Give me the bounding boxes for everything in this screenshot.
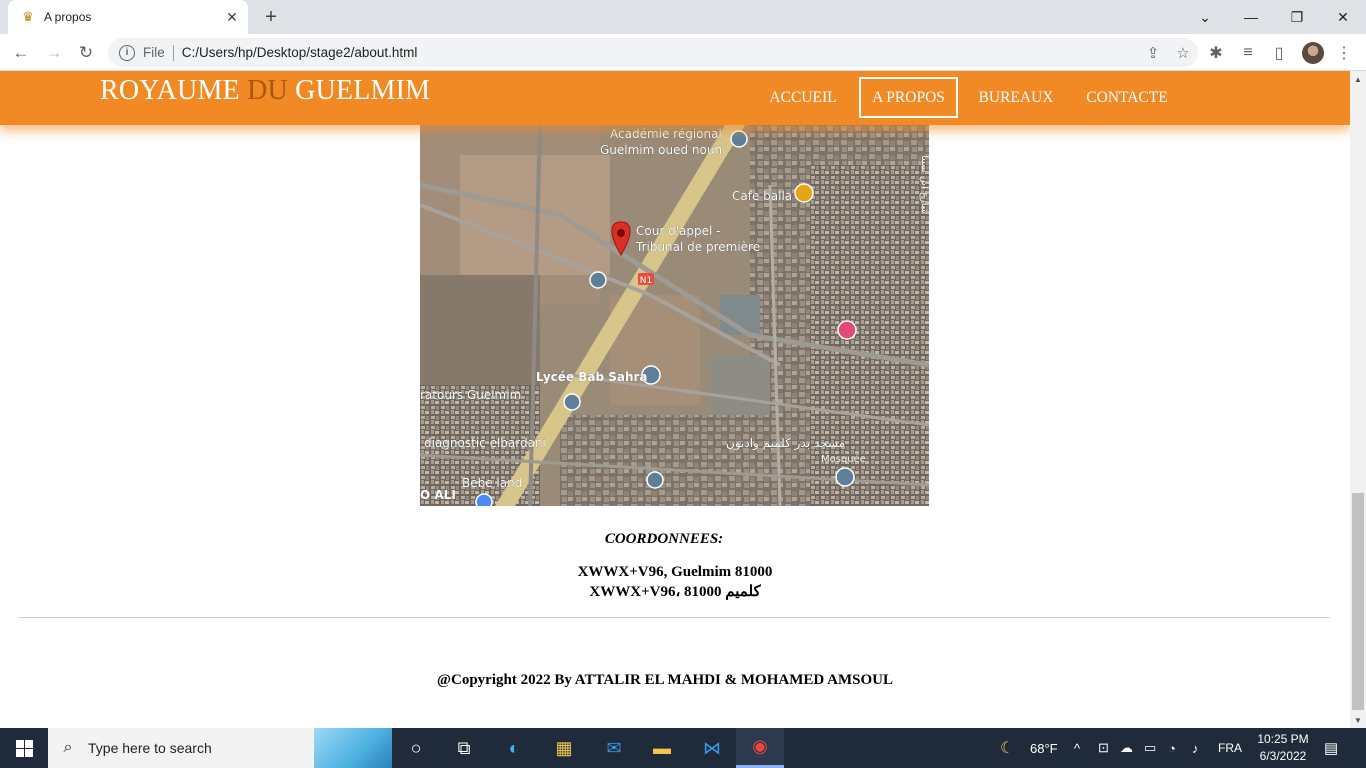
map-label-cour2: Tribunal de première xyxy=(635,240,760,254)
site-header: ROYAUME DU GUELMIM ACCUEIL A PROPOS BURE… xyxy=(0,71,1350,125)
map-label-bebe: Bebe land xyxy=(462,476,522,490)
nav-accueil[interactable]: ACCUEIL xyxy=(757,77,849,118)
map-label-cafe: Cafe balla xyxy=(732,189,792,203)
notifications-icon[interactable]: ▤ xyxy=(1324,728,1338,768)
restore-button[interactable]: ❐ xyxy=(1274,0,1320,34)
coordinates-label: COORDONNEES: xyxy=(604,531,724,547)
brand-part1: ROYAUME xyxy=(100,75,248,106)
chrome-icon[interactable]: ◉ xyxy=(736,728,784,768)
input-language[interactable]: FRA xyxy=(1218,728,1242,768)
map-label-diagnostic: diagnostic elbardani xyxy=(424,436,546,450)
weather-moon-icon[interactable]: ☾ xyxy=(1000,728,1014,768)
address-divider xyxy=(172,44,174,61)
system-clock[interactable]: 10:25 PM 6/3/2022 xyxy=(1250,731,1316,765)
taskbar-search-box[interactable]: ⌕ Type here to search xyxy=(48,728,392,768)
map-road-n1: N1 xyxy=(640,276,652,286)
brand-part2: GUELMIM xyxy=(287,75,431,106)
file-scheme-label: File xyxy=(143,45,165,60)
clock-time: 10:25 PM xyxy=(1257,732,1309,746)
url-text[interactable]: C:/Users/hp/Desktop/stage2/about.html xyxy=(182,45,1138,60)
forward-arrow-icon[interactable]: → xyxy=(40,39,68,67)
close-window-button[interactable]: ✕ xyxy=(1320,0,1366,34)
map-label-lycee: Lycée Bab Sahra xyxy=(536,370,648,384)
site-info-icon[interactable]: i xyxy=(119,44,135,61)
side-panel-icon[interactable]: ▯ xyxy=(1265,39,1293,67)
media-playlist-icon[interactable]: ≡ xyxy=(1234,39,1262,67)
address-line-2: XWWX+V96، 81000 كلميم xyxy=(589,584,761,600)
map-label-cour1: Cour d'appel - xyxy=(636,224,720,238)
back-arrow-icon[interactable]: ← xyxy=(7,39,35,67)
file-explorer-icon[interactable]: ▬ xyxy=(638,728,686,768)
address-line-1: XWWX+V96, Guelmim 81000 xyxy=(577,564,773,580)
nav-bureaux[interactable]: BUREAUX xyxy=(968,77,1064,118)
wifi-icon[interactable]: ◔ xyxy=(1168,728,1176,768)
search-placeholder: Type here to search xyxy=(88,740,212,756)
tab-close-icon[interactable]: ✕ xyxy=(222,7,242,27)
map-label-oali: O ALI xyxy=(420,488,456,502)
clock-date: 6/3/2022 xyxy=(1259,749,1307,763)
edge-browser-icon[interactable]: ◐ xyxy=(490,728,538,768)
map-svg: N1 Académie régional Guelmim oued noun C… xyxy=(420,125,929,506)
map-label-ratours: ratours Guelmim xyxy=(420,388,521,402)
bookmark-star-icon[interactable]: ☆ xyxy=(1168,44,1198,62)
browser-tab[interactable]: ♛ A propos ✕ xyxy=(8,0,248,34)
profile-avatar[interactable] xyxy=(1302,42,1324,64)
nav-a-propos[interactable]: A PROPOS xyxy=(859,77,958,118)
extensions-puzzle-icon[interactable]: ✱ xyxy=(1202,39,1230,67)
onedrive-cloud-icon[interactable]: ☁ xyxy=(1120,728,1133,768)
site-favicon-icon: ♛ xyxy=(22,9,34,24)
google-map-embed[interactable]: N1 Académie régional Guelmim oued noun C… xyxy=(420,125,929,506)
coordinates-heading: COORDONNEES: xyxy=(0,530,1350,548)
brand-du: DU xyxy=(247,75,288,106)
battery-icon[interactable]: ▭ xyxy=(1144,728,1156,768)
search-highlight-image xyxy=(314,728,392,768)
vscode-icon[interactable]: ⋈ xyxy=(688,728,736,768)
map-label-mosque: Mosquée xyxy=(821,453,866,465)
windows-start-button[interactable] xyxy=(0,728,48,768)
footer-copyright: @Copyright 2022 By ATTALIR EL MAHDI & MO… xyxy=(437,672,893,688)
task-view-icon[interactable]: ⧉ xyxy=(440,728,488,768)
map-label-academie1: Académie régional xyxy=(610,127,722,141)
cortana-circle-icon[interactable]: ○ xyxy=(392,728,440,768)
reload-icon[interactable]: ↻ xyxy=(72,39,100,67)
browser-toolbar: ← → ↻ i File C:/Users/hp/Desktop/stage2/… xyxy=(0,34,1366,71)
browser-tabstrip: ♛ A propos ✕ + ⌄ — ❐ ✕ xyxy=(0,0,1366,34)
mail-icon[interactable]: ✉ xyxy=(590,728,638,768)
minimize-button[interactable]: — xyxy=(1228,0,1274,34)
page-scrollbar[interactable]: ▲ ▼ xyxy=(1350,71,1366,728)
share-icon[interactable]: ⇪ xyxy=(1138,44,1168,62)
map-label-mosque-ar: مسجد بدر كلميم وادنون xyxy=(726,436,845,451)
windows-logo-icon xyxy=(15,739,33,757)
site-brand[interactable]: ROYAUME DU GUELMIM xyxy=(100,75,430,107)
menu-kebab-icon[interactable]: ⋮ xyxy=(1330,39,1358,67)
volume-icon[interactable]: ♪ xyxy=(1192,728,1199,768)
weather-temperature[interactable]: 68°F xyxy=(1030,728,1058,768)
nav-contacte[interactable]: CONTACTE xyxy=(1074,77,1180,118)
address-bar[interactable]: i File C:/Users/hp/Desktop/stage2/about.… xyxy=(108,38,1198,67)
scrollbar-thumb[interactable] xyxy=(1352,493,1364,710)
meet-now-icon[interactable]: ⊡ xyxy=(1098,728,1109,768)
microsoft-store-icon[interactable]: ▦ xyxy=(540,728,588,768)
map-label-academie2: Guelmim oued noun xyxy=(600,143,722,157)
map-label-side-street: شارع ابن سينا xyxy=(919,155,929,214)
tray-chevron-icon[interactable]: ^ xyxy=(1074,728,1080,768)
new-tab-button[interactable]: + xyxy=(258,4,284,30)
page-viewport: ROYAUME DU GUELMIM ACCUEIL A PROPOS BURE… xyxy=(0,71,1350,728)
search-icon: ⌕ xyxy=(63,739,73,756)
tab-title: A propos xyxy=(44,10,92,24)
windows-taskbar: ⌕ Type here to search ○ ⧉ ◐ ▦ ✉ ▬ ⋈ ◉ ☾ … xyxy=(0,728,1366,768)
tab-search-icon[interactable]: ⌄ xyxy=(1182,0,1228,34)
footer-divider xyxy=(18,617,1330,618)
scroll-down-arrow-icon[interactable]: ▼ xyxy=(1350,712,1366,728)
scroll-up-arrow-icon[interactable]: ▲ xyxy=(1350,71,1366,87)
